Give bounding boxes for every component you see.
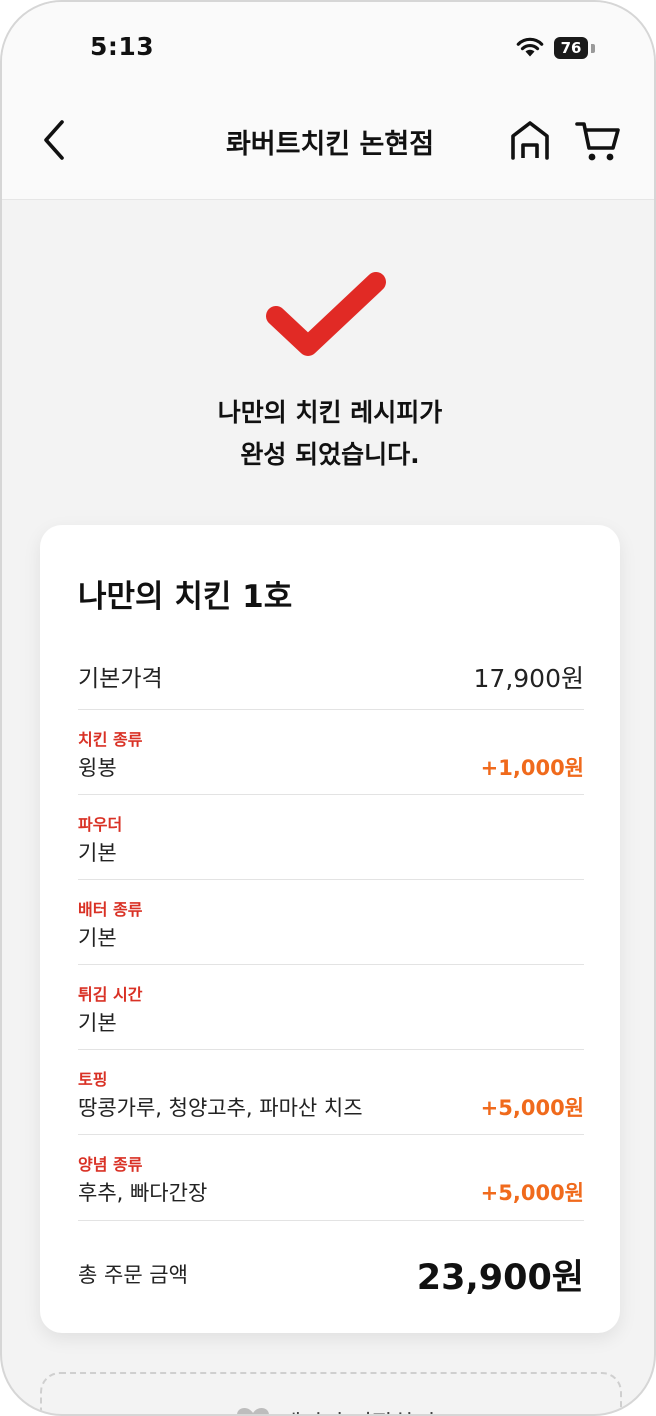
status-time: 5:13 <box>90 32 155 61</box>
option-price: +5,000원 <box>480 1181 584 1205</box>
option-row-chicken-type: 치킨 종류 윙봉 +1,000원 <box>78 710 584 795</box>
total-price: 23,900원 <box>416 1258 584 1298</box>
total-label: 총 주문 금액 <box>78 1263 188 1287</box>
option-row-sauce: 양념 종류 후추, 빠다간장 +5,000원 <box>78 1135 584 1221</box>
option-value: 기본 <box>78 841 117 865</box>
option-price: +5,000원 <box>480 1096 584 1120</box>
save-recipe-content: 레시피 저장하기 <box>236 1404 435 1414</box>
cart-button[interactable] <box>574 116 622 164</box>
page-title: 롸버트치킨 논현점 <box>225 129 435 160</box>
battery-tip <box>591 44 595 53</box>
recipe-name: 나만의 치킨 1호 <box>78 579 293 615</box>
phone-frame: 5:13 76 롸버트치킨 논현점 나만의 치킨 레시피가 완성 되었습니다. … <box>0 0 656 1416</box>
base-price-label: 기본가격 <box>78 666 163 692</box>
home-icon <box>511 121 549 160</box>
option-category: 튀김 시간 <box>78 985 143 1004</box>
top-bar: 5:13 76 롸버트치킨 논현점 <box>2 2 654 200</box>
complete-message-line2: 완성 되었습니다. <box>240 440 420 469</box>
heart-icon <box>237 1408 269 1414</box>
battery-indicator: 76 <box>554 37 588 59</box>
option-price: +1,000원 <box>480 756 584 780</box>
option-value: 기본 <box>78 1011 117 1035</box>
option-value: 윙봉 <box>78 756 117 780</box>
option-value: 기본 <box>78 926 117 950</box>
option-category: 양념 종류 <box>78 1155 143 1174</box>
recipe-card: 나만의 치킨 1호 기본가격 17,900원 치킨 종류 윙봉 +1,000원 … <box>40 525 620 1333</box>
cart-icon <box>575 122 620 161</box>
complete-message-line1: 나만의 치킨 레시피가 <box>217 398 443 427</box>
option-category: 배터 종류 <box>78 900 143 919</box>
option-category: 파우더 <box>78 815 123 834</box>
option-category: 토핑 <box>78 1070 108 1089</box>
checkmark-icon <box>266 272 386 356</box>
wifi-icon <box>516 37 544 57</box>
option-row-topping: 토핑 땅콩가루, 청양고추, 파마산 치즈 +5,000원 <box>78 1050 584 1135</box>
complete-message: 나만의 치킨 레시피가 완성 되었습니다. <box>2 392 654 476</box>
option-value: 땅콩가루, 청양고추, 파마산 치즈 <box>78 1096 363 1120</box>
option-category: 치킨 종류 <box>78 730 143 749</box>
option-row-fry-time: 튀김 시간 기본 <box>78 965 584 1050</box>
base-price-value: 17,900원 <box>473 664 584 693</box>
save-recipe-button[interactable]: 레시피 저장하기 <box>40 1372 622 1414</box>
save-recipe-label: 레시피 저장하기 <box>280 1404 435 1414</box>
base-price-row: 기본가격 17,900원 <box>78 625 584 710</box>
option-row-powder: 파우더 기본 <box>78 795 584 880</box>
option-row-batter: 배터 종류 기본 <box>78 880 584 965</box>
home-button[interactable] <box>508 118 552 162</box>
option-value: 후추, 빠다간장 <box>78 1181 208 1205</box>
